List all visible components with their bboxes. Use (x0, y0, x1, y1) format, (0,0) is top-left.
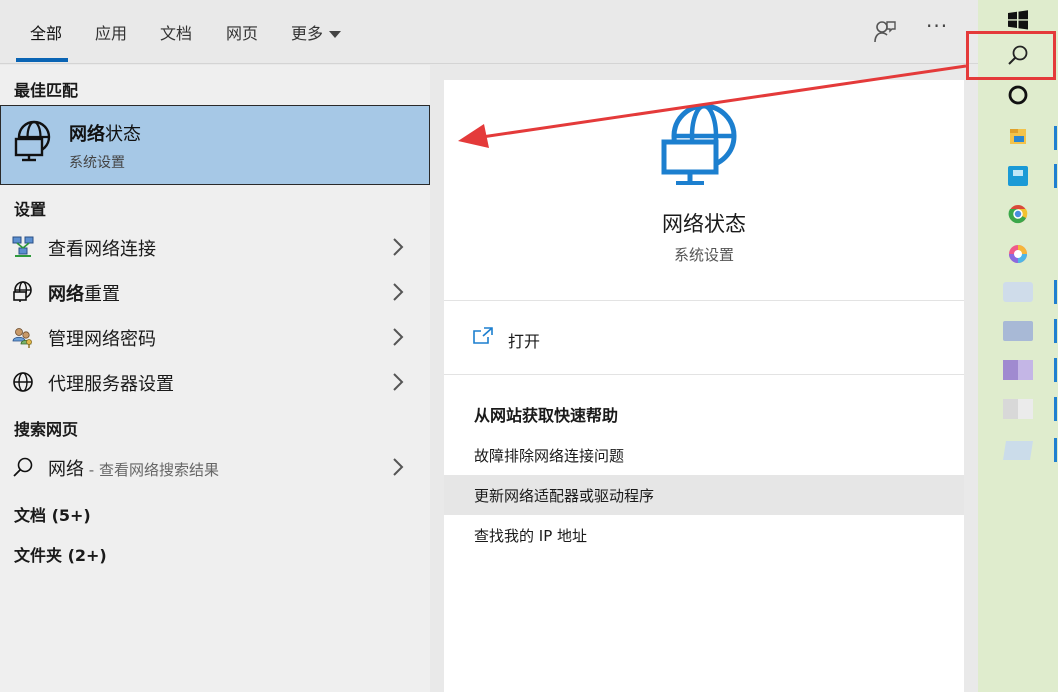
web-search-header: 搜索网页 (14, 420, 79, 439)
tab-more-label: 更多 (291, 24, 324, 43)
best-match-subtitle: 系统设置 (69, 155, 125, 171)
active-tab-indicator (16, 58, 68, 62)
help-link-find-ip[interactable]: 查找我的 IP 地址 (444, 515, 964, 555)
globe-icon (12, 371, 34, 393)
blurred-app-icon-5[interactable] (1002, 434, 1034, 466)
divider (444, 374, 964, 375)
tab-documents[interactable]: 文档 (160, 20, 192, 44)
running-indicator (1054, 397, 1057, 421)
file-explorer-icon[interactable] (1002, 120, 1034, 152)
tab-more[interactable]: 更多 (291, 20, 342, 44)
more-options-button[interactable]: ··· (926, 14, 952, 44)
feedback-icon[interactable] (873, 18, 897, 44)
settings-item-manage-network-passwords[interactable]: 管理网络密码 (0, 315, 430, 359)
search-icon (12, 456, 34, 478)
app-blue-icon[interactable] (1002, 160, 1034, 192)
running-indicator (1054, 358, 1057, 382)
quick-help-header: 从网站获取快速帮助 (474, 406, 619, 425)
running-indicator (1054, 438, 1057, 462)
tab-web[interactable]: 网页 (226, 20, 258, 44)
best-match-network-status[interactable]: 网络状态 系统设置 (0, 105, 430, 185)
web-search-label: 网络 - 查看网络搜索结果 (48, 459, 219, 480)
open-button[interactable]: 打开 (444, 316, 964, 360)
open-external-icon (472, 326, 494, 346)
tab-apps[interactable]: 应用 (95, 20, 127, 44)
search-icon[interactable] (1002, 40, 1034, 72)
settings-item-proxy-settings[interactable]: 代理服务器设置 (0, 360, 430, 404)
network-status-icon (13, 120, 55, 162)
chevron-right-icon (393, 373, 404, 391)
windows-logo-icon[interactable] (1002, 4, 1034, 36)
help-link-update-adapter[interactable]: 更新网络适配器或驱动程序 (444, 475, 964, 515)
open-label: 打开 (508, 332, 541, 351)
running-indicator (1054, 280, 1057, 304)
users-key-icon (12, 326, 34, 348)
preview-title: 网络状态 (662, 212, 746, 236)
network-status-large-icon (660, 102, 744, 186)
blurred-app-icon-3[interactable] (1002, 354, 1034, 386)
running-indicator (1054, 126, 1057, 150)
chevron-right-icon (393, 328, 404, 346)
globe-monitor-icon (12, 281, 34, 303)
network-connections-icon (12, 236, 34, 258)
settings-item-label: 管理网络密码 (48, 329, 156, 350)
preview-subtitle: 系统设置 (673, 246, 734, 264)
settings-item-label: 代理服务器设置 (48, 374, 174, 395)
chrome-icon[interactable] (1002, 198, 1034, 230)
search-tab-bar: 全部 应用 文档 网页 更多 ··· (0, 0, 978, 64)
colorful-app-icon[interactable] (1002, 238, 1034, 270)
running-indicator (1054, 319, 1057, 343)
folders-group-header[interactable]: 文件夹 (2+) (14, 542, 107, 566)
divider (444, 300, 964, 301)
help-link-troubleshoot[interactable]: 故障排除网络连接问题 (444, 435, 964, 475)
preview-panel: 网络状态 系统设置 打开 从网站获取快速帮助 故障排除网络连接问题 更新网络适配… (444, 80, 964, 692)
settings-header: 设置 (14, 200, 47, 219)
settings-item-label: 查看网络连接 (48, 239, 156, 260)
settings-item-network-reset[interactable]: 网络重置 (0, 270, 430, 314)
running-indicator (1054, 164, 1057, 188)
settings-item-view-network-connections[interactable]: 查看网络连接 (0, 225, 430, 269)
documents-group-header[interactable]: 文档 (5+) (14, 502, 91, 526)
search-results-list: 最佳匹配 网络状态 系统设置 设置 查看网络连接 网络重置 管理网络密码 代理服… (0, 65, 430, 692)
blurred-app-icon-1[interactable] (1002, 276, 1034, 308)
chevron-down-icon (329, 31, 342, 38)
settings-item-label: 网络重置 (48, 284, 120, 305)
blurred-app-icon-4[interactable] (1002, 393, 1034, 425)
tab-all[interactable]: 全部 (30, 20, 62, 44)
web-search-result[interactable]: 网络 - 查看网络搜索结果 (0, 445, 430, 489)
chevron-right-icon (393, 458, 404, 476)
cortana-circle-icon[interactable] (1002, 79, 1034, 111)
best-match-header: 最佳匹配 (14, 81, 79, 100)
blurred-app-icon-2[interactable] (1002, 315, 1034, 347)
chevron-right-icon (393, 283, 404, 301)
taskbar (978, 0, 1058, 692)
chevron-right-icon (393, 238, 404, 256)
best-match-title: 网络状态 (69, 124, 141, 145)
